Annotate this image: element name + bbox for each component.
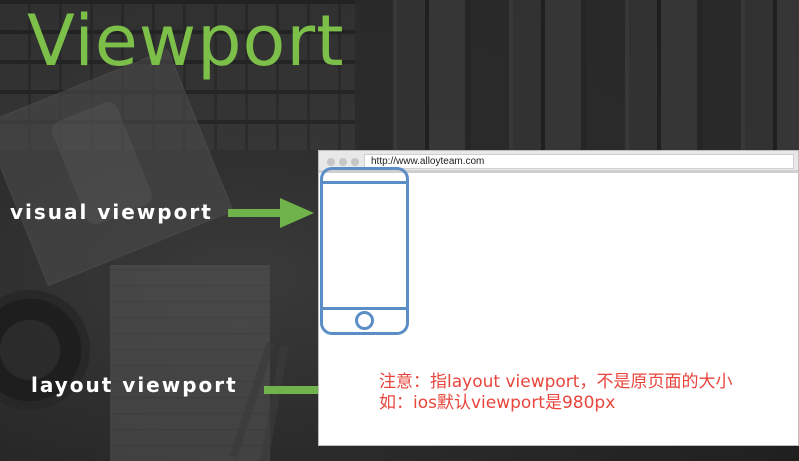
phone-top-bezel — [323, 181, 406, 184]
notebook-shape — [110, 265, 270, 461]
window-dot-icon[interactable] — [339, 158, 347, 166]
slide-title: Viewport — [27, 0, 345, 82]
window-dot-icon[interactable] — [327, 158, 335, 166]
books-shape — [355, 0, 799, 150]
note-text: 注意：指layout viewport，不是原页面的大小 如：ios默认view… — [379, 372, 732, 414]
home-button-icon — [355, 311, 374, 330]
phone-outline — [320, 167, 409, 335]
layout-viewport-label: layout viewport — [31, 373, 238, 397]
window-dot-icon[interactable] — [351, 158, 359, 166]
note-line-1: 注意：指layout viewport，不是原页面的大小 — [379, 372, 733, 392]
phone-bottom-bezel — [323, 307, 406, 310]
note-line-2: 如：ios默认viewport是980px — [379, 393, 616, 413]
visual-viewport-label: visual viewport — [10, 200, 213, 224]
visual-arrow-icon — [228, 198, 314, 228]
address-bar[interactable]: http://www.alloyteam.com — [364, 154, 794, 169]
